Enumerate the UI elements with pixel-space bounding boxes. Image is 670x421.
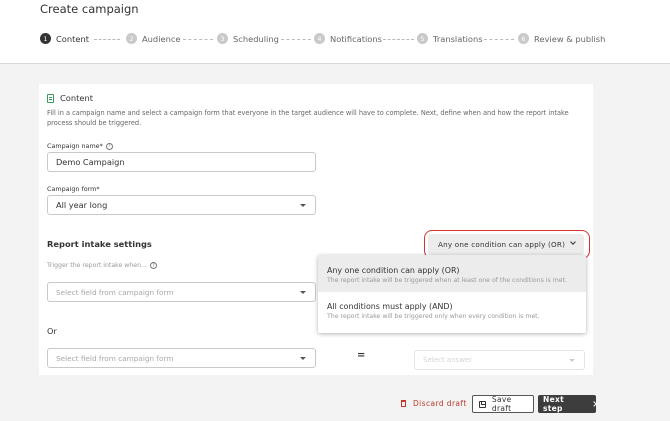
chevron-down-icon [569,359,575,362]
field-select-placeholder: Select field from campaign form [56,353,174,363]
document-icon [47,93,54,103]
chevron-right-icon [591,401,597,407]
step-label: Translations [433,33,483,44]
campaign-name-label: Campaign name* ? [47,142,113,150]
step-number: 2 [126,33,137,44]
step-notifications[interactable]: 4 Notifications [314,33,382,44]
step-label: Review & publish [534,33,606,44]
step-content[interactable]: 1 Content [40,33,89,44]
field-select-placeholder: Select field from campaign form [56,287,174,297]
help-icon[interactable]: ? [105,142,113,150]
stepper: 1 Content 2 Audience 3 Scheduling 4 Noti… [40,33,605,45]
campaign-form-label: Campaign form* [47,185,100,193]
step-scheduling[interactable]: 3 Scheduling [217,33,279,44]
option-description: The report intake will be triggered when… [327,277,567,284]
option-all-conditions[interactable]: All conditions must apply (AND) The repo… [318,293,586,330]
chevron-down-icon [300,291,306,294]
chevron-down-icon [300,357,306,360]
chevron-down-icon [300,204,306,207]
option-title: All conditions must apply (AND) [327,302,453,311]
step-label: Scheduling [233,33,279,44]
help-icon[interactable]: ? [149,262,157,269]
content-description: Fill in a campaign name and select a cam… [47,109,569,127]
content-section-title: Content [47,93,93,103]
option-description: The report intake will be triggered only… [327,313,540,320]
step-connector [484,39,514,40]
campaign-form-select[interactable]: All year long [47,195,316,215]
or-label: Or [47,326,57,336]
save-draft-button[interactable]: Save draft [472,395,534,413]
option-any-condition[interactable]: Any one condition can apply (OR) The rep… [318,255,586,292]
campaign-name-label-text: Campaign name* [47,142,103,150]
step-translations[interactable]: 5 Translations [417,33,483,44]
step-number: 3 [217,33,228,44]
step-label: Audience [142,33,181,44]
campaign-form-value: All year long [56,200,108,210]
field-select-1[interactable]: Select field from campaign form [47,282,316,302]
campaign-name-value: Demo Campaign [56,157,125,167]
page-header: Create campaign 1 Content 2 Audience 3 S… [0,0,670,64]
step-audience[interactable]: 2 Audience [126,33,181,44]
step-label: Content [56,33,89,44]
answer-placeholder: Select answer [423,356,473,364]
step-number: 1 [40,33,51,44]
discard-draft-button[interactable]: Discard draft [401,399,467,408]
field-select-2[interactable]: Select field from campaign form [47,348,316,368]
next-step-button[interactable]: Next step [538,395,597,413]
step-label: Notifications [330,33,382,44]
discard-draft-label: Discard draft [413,399,467,408]
answer-select[interactable]: Select answer [414,350,585,370]
step-connector [183,39,213,40]
step-connector [383,39,414,40]
step-review-publish[interactable]: 6 Review & publish [518,33,605,44]
trash-icon [401,400,406,407]
step-connector [94,39,120,40]
trigger-label: Trigger the report intake when... ? [47,262,157,269]
next-step-label: Next step [543,395,564,413]
section-title-text: Content [60,93,93,103]
step-number: 6 [518,33,529,44]
campaign-name-input[interactable]: Demo Campaign [47,152,316,172]
step-connector [281,39,311,40]
save-draft-label: Save draft [491,395,512,413]
option-title: Any one condition can apply (OR) [327,266,460,275]
step-number: 5 [417,33,428,44]
page-title: Create campaign [40,2,139,16]
save-icon [479,400,486,408]
equals-sign: = [357,350,366,361]
step-number: 4 [314,33,325,44]
report-intake-title: Report intake settings [47,239,152,249]
trigger-label-text: Trigger the report intake when... [47,262,147,269]
condition-mode-dropdown: Any one condition can apply (OR) The rep… [318,255,586,333]
